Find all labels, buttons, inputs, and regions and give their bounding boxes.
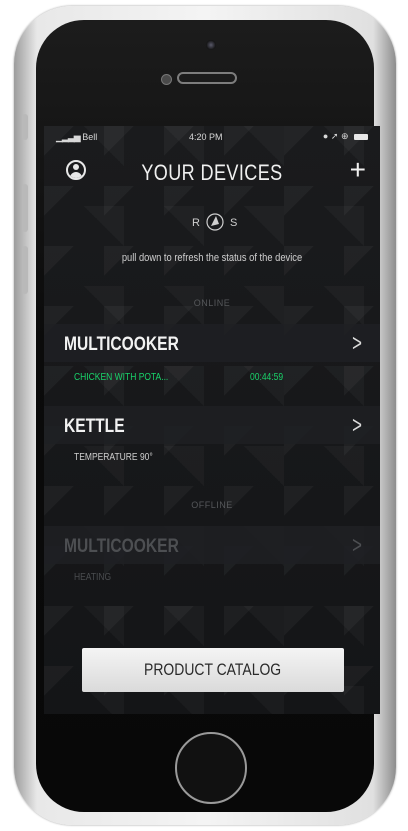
device-program: CHICKEN WITH POTA... — [74, 372, 169, 383]
device-row-multicooker[interactable]: MULTICOOKER > — [44, 324, 380, 362]
home-button[interactable] — [175, 732, 247, 804]
chevron-right-icon: > — [352, 532, 362, 559]
logo-letter-left: R — [192, 217, 200, 229]
logo-letter-right: S — [230, 217, 237, 229]
volume-up-button — [22, 184, 28, 232]
device-detail-kettle: TEMPERATURE 90° — [44, 442, 380, 478]
device-detail-multicooker: CHICKEN WITH POTA... 00:44:59 — [44, 362, 380, 398]
proximity-sensor — [161, 74, 172, 85]
battery-icon — [354, 133, 368, 140]
location-icon: ➚ — [330, 131, 339, 141]
app-screen: ▁▂▃▅ Bell 4:20 PM ● ➚ ⊕ YOUR DEVICES + R… — [44, 126, 380, 714]
page-title: YOUR DEVICES — [141, 160, 283, 185]
device-timer: 00:44:59 — [250, 372, 284, 383]
signal-icon: ▁▂▃▅ — [56, 132, 81, 142]
device-row-kettle[interactable]: KETTLE > — [44, 406, 380, 444]
plus-icon[interactable]: + — [350, 156, 366, 184]
refresh-hint: pull down to refresh the status of the d… — [121, 252, 303, 264]
carrier-label: ▁▂▃▅ Bell — [56, 132, 98, 142]
volume-down-button — [22, 246, 28, 294]
chevron-right-icon: > — [352, 330, 362, 357]
nav-bar: YOUR DEVICES + — [44, 152, 380, 192]
brand-logo: R S — [180, 210, 250, 234]
device-name: MULTICOOKER — [64, 334, 179, 355]
status-icons: ● ➚ ⊕ — [323, 131, 368, 142]
product-catalog-button[interactable]: PRODUCT CATALOG — [82, 648, 344, 692]
device-temperature: TEMPERATURE 90° — [74, 452, 153, 463]
section-offline-label: OFFLINE — [191, 500, 233, 510]
device-detail-offline: HEATING — [44, 562, 380, 598]
device-name: MULTICOOKER — [64, 536, 179, 557]
device-name: KETTLE — [64, 416, 125, 437]
device-state: HEATING — [74, 572, 112, 583]
mute-switch — [22, 114, 28, 140]
front-camera — [206, 40, 216, 50]
device-row-multicooker-offline[interactable]: MULTICOOKER > — [44, 526, 380, 564]
lock-rotation-icon: ● — [322, 131, 329, 141]
chevron-right-icon: > — [352, 412, 362, 439]
earpiece-speaker — [177, 72, 237, 84]
clock: 4:20 PM — [189, 132, 223, 142]
section-online-label: ONLINE — [193, 298, 231, 308]
alarm-icon: ⊕ — [340, 131, 349, 141]
status-bar: ▁▂▃▅ Bell 4:20 PM ● ➚ ⊕ — [44, 126, 380, 148]
